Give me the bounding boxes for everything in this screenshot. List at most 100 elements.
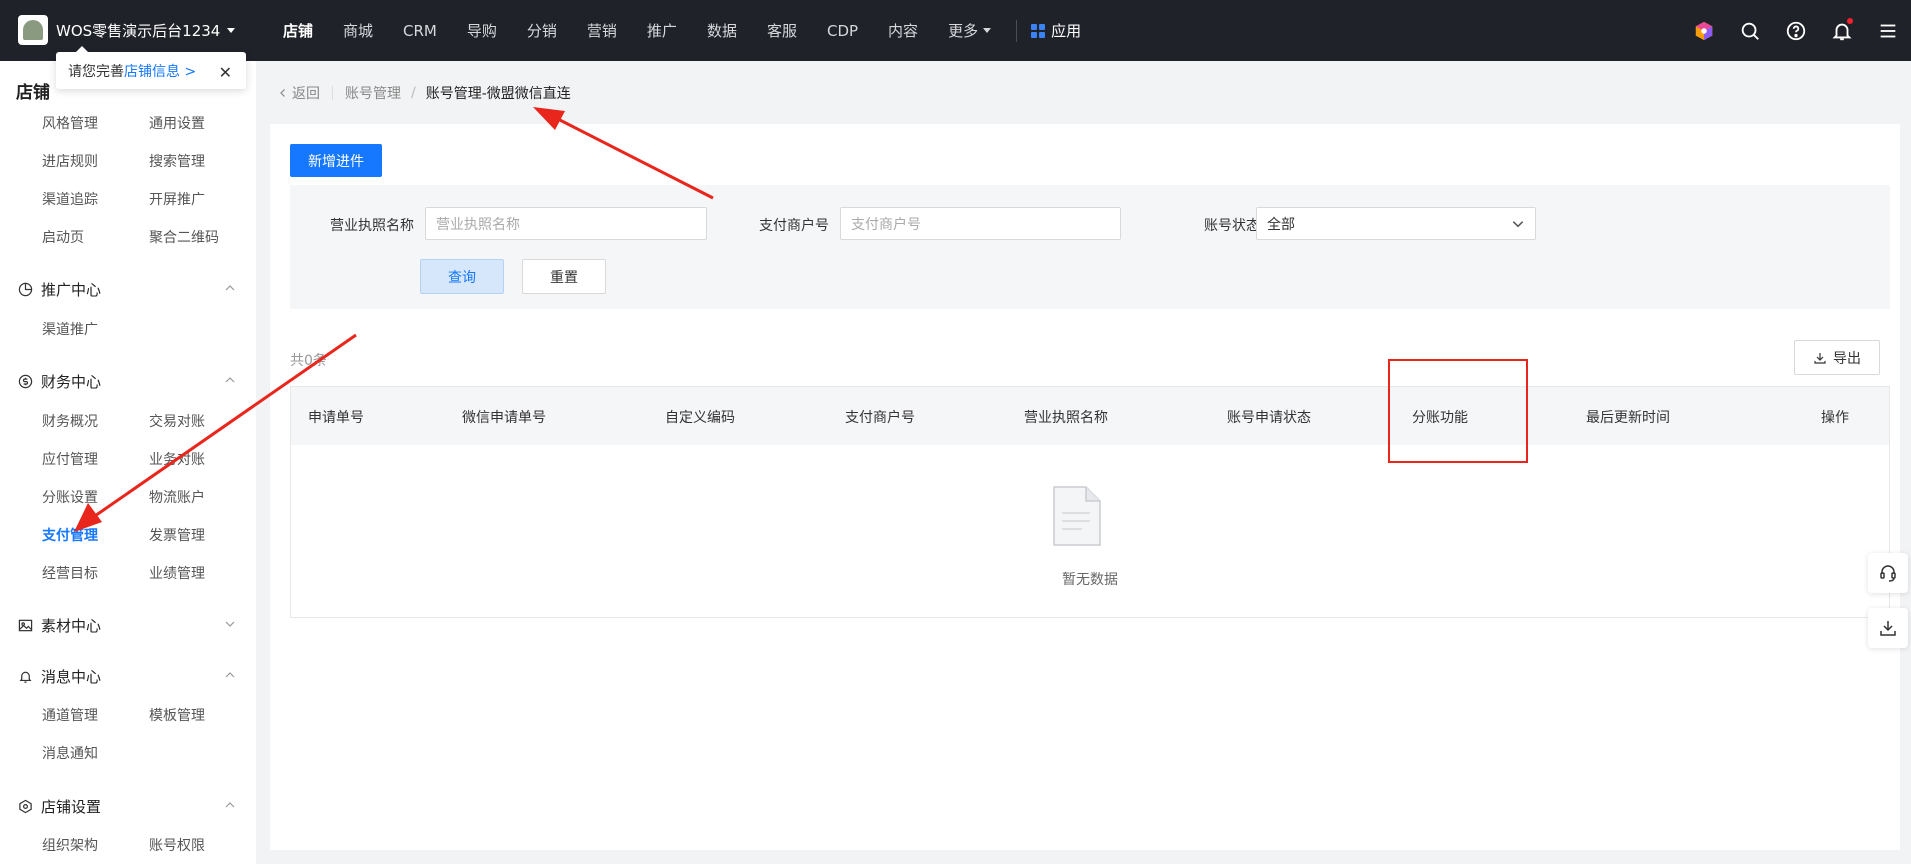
download-center-button[interactable] xyxy=(1868,608,1908,648)
nav-item-data[interactable]: 数据 xyxy=(692,0,752,61)
nav-item-guide[interactable]: 导购 xyxy=(452,0,512,61)
close-icon[interactable]: ✕ xyxy=(219,63,232,82)
nav-item-more[interactable]: 更多 xyxy=(933,0,1006,61)
merchant-id-label: 支付商户号 xyxy=(759,218,829,234)
nav-item-mall[interactable]: 商城 xyxy=(328,0,388,61)
section-title: 财务中心 xyxy=(41,373,102,391)
caret-down-icon xyxy=(227,28,236,33)
nav-item-crm[interactable]: CRM xyxy=(388,0,452,61)
section-title: 素材中心 xyxy=(41,617,102,635)
sidebar-item[interactable]: 业绩管理 xyxy=(149,563,205,583)
chevron-up-icon[interactable] xyxy=(224,799,236,811)
column-header: 营业执照名称 xyxy=(1024,410,1108,426)
section-title: 推广中心 xyxy=(41,281,102,299)
merchant-id-placeholder: 支付商户号 xyxy=(851,216,921,233)
export-label: 导出 xyxy=(1833,350,1861,367)
sidebar-item[interactable]: 通用设置 xyxy=(149,113,205,133)
sidebar-item[interactable]: 启动页 xyxy=(42,227,84,247)
chevron-down-icon xyxy=(1512,220,1524,227)
account-status-select[interactable]: 全部 xyxy=(1256,207,1536,240)
breadcrumb-separator: / xyxy=(411,85,416,101)
menu-icon[interactable] xyxy=(1865,0,1911,61)
search-icon[interactable] xyxy=(1727,0,1773,61)
back-label: 返回 xyxy=(292,86,320,102)
headset-icon xyxy=(1880,565,1896,582)
store-info-link[interactable]: 店铺信息 > xyxy=(124,61,196,81)
nav-item-promotion[interactable]: 推广 xyxy=(632,0,692,61)
sidebar-title: 店铺 xyxy=(16,83,50,103)
chevron-up-icon[interactable] xyxy=(224,669,236,681)
help-icon[interactable] xyxy=(1773,0,1819,61)
sidebar-item[interactable]: 交易对账 xyxy=(149,411,205,431)
sidebar-section-message[interactable]: 消息中心 xyxy=(18,666,101,687)
license-name-input[interactable]: 营业执照名称 xyxy=(425,207,707,240)
nav-item-content[interactable]: 内容 xyxy=(873,0,933,61)
chevron-left-icon xyxy=(280,89,285,97)
nav-more-label: 更多 xyxy=(948,22,979,40)
empty-text: 暂无数据 xyxy=(1062,572,1118,588)
export-button[interactable]: 导出 xyxy=(1794,340,1880,375)
sidebar-item[interactable]: 组织架构 xyxy=(42,835,98,855)
reset-button[interactable]: 重置 xyxy=(522,259,606,294)
nav-item-distribution[interactable]: 分销 xyxy=(512,0,572,61)
sidebar-item[interactable]: 开屏推广 xyxy=(149,189,205,209)
sidebar-item[interactable]: 财务概况 xyxy=(42,411,98,431)
sidebar-item[interactable]: 物流账户 xyxy=(149,487,205,507)
breadcrumb-parent[interactable]: 账号管理 xyxy=(345,83,401,103)
merchant-id-input[interactable]: 支付商户号 xyxy=(840,207,1121,240)
content-card: 新增进件 营业执照名称 营业执照名称 支付商户号 支付商户号 账号状态 全部 查… xyxy=(270,124,1900,850)
license-name-placeholder: 营业执照名称 xyxy=(436,216,520,233)
sidebar-item[interactable]: 消息通知 xyxy=(42,743,98,763)
sidebar: 店铺 风格管理 通用设置 进店规则 搜索管理 渠道追踪 开屏推广 启动页 聚合二… xyxy=(0,61,256,864)
accounts-table: 申请单号 微信申请单号 自定义编码 支付商户号 营业执照名称 账号申请状态 分账… xyxy=(290,386,1890,618)
new-application-button[interactable]: 新增进件 xyxy=(290,144,382,177)
sidebar-item-payment-active[interactable]: 支付管理 xyxy=(42,525,98,545)
back-link[interactable]: 返回 xyxy=(278,83,320,103)
caret-down-icon xyxy=(983,28,992,33)
sidebar-item[interactable]: 业务对账 xyxy=(149,449,205,469)
main-nav: 店铺 商城 CRM 导购 分销 营销 推广 数据 客服 CDP 内容 更多 应用 xyxy=(268,0,1085,61)
sidebar-section-store-settings[interactable]: 店铺设置 xyxy=(18,796,101,817)
sidebar-item[interactable]: 分账设置 xyxy=(42,487,98,507)
empty-state: 暂无数据 xyxy=(291,445,1889,617)
download-icon xyxy=(1880,621,1896,636)
column-header: 账号申请状态 xyxy=(1227,410,1311,426)
sidebar-item[interactable]: 渠道推广 xyxy=(42,319,98,339)
nav-item-apps[interactable]: 应用 xyxy=(1027,20,1085,41)
store-logo[interactable] xyxy=(18,15,48,45)
sidebar-item[interactable]: 聚合二维码 xyxy=(149,227,219,247)
chevron-down-icon[interactable] xyxy=(224,618,236,630)
sidebar-section-promo[interactable]: 推广中心 xyxy=(18,279,101,300)
chevron-up-icon[interactable] xyxy=(224,374,236,386)
sidebar-item[interactable]: 搜索管理 xyxy=(149,151,205,171)
sidebar-item[interactable]: 模板管理 xyxy=(149,705,205,725)
sidebar-item[interactable]: 进店规则 xyxy=(42,151,98,171)
store-switcher[interactable]: WOS零售演示后台1234 xyxy=(56,20,236,41)
sidebar-item[interactable]: 应付管理 xyxy=(42,449,98,469)
sidebar-item[interactable]: 渠道追踪 xyxy=(42,189,98,209)
sidebar-section-finance[interactable]: 财务中心 xyxy=(18,371,101,392)
sidebar-item[interactable]: 经营目标 xyxy=(42,563,98,583)
bell-icon xyxy=(19,671,32,683)
account-status-value: 全部 xyxy=(1267,216,1295,233)
nav-item-marketing[interactable]: 营销 xyxy=(572,0,632,61)
breadcrumb-current: 账号管理-微盟微信直连 xyxy=(425,86,571,102)
chevron-up-icon[interactable] xyxy=(224,282,236,294)
sidebar-item[interactable]: 发票管理 xyxy=(149,525,205,545)
sidebar-item[interactable]: 风格管理 xyxy=(42,113,98,133)
nav-item-service[interactable]: 客服 xyxy=(752,0,812,61)
sidebar-item[interactable]: 账号权限 xyxy=(149,835,205,855)
sidebar-item[interactable]: 通道管理 xyxy=(42,705,98,725)
nav-item-cdp[interactable]: CDP xyxy=(812,0,873,61)
store-name: WOS零售演示后台1234 xyxy=(56,22,221,40)
apps-grid-icon xyxy=(1031,23,1046,38)
brand-cube-icon[interactable] xyxy=(1681,0,1727,61)
coin-icon xyxy=(18,374,33,389)
top-right-icons xyxy=(1681,0,1911,61)
nav-item-store[interactable]: 店铺 xyxy=(268,0,328,61)
query-button[interactable]: 查询 xyxy=(420,259,504,294)
settings-hexagon-icon xyxy=(19,799,32,814)
customer-service-button[interactable] xyxy=(1868,553,1908,593)
notification-bell-icon[interactable] xyxy=(1819,0,1865,61)
sidebar-section-material[interactable]: 素材中心 xyxy=(18,615,101,636)
